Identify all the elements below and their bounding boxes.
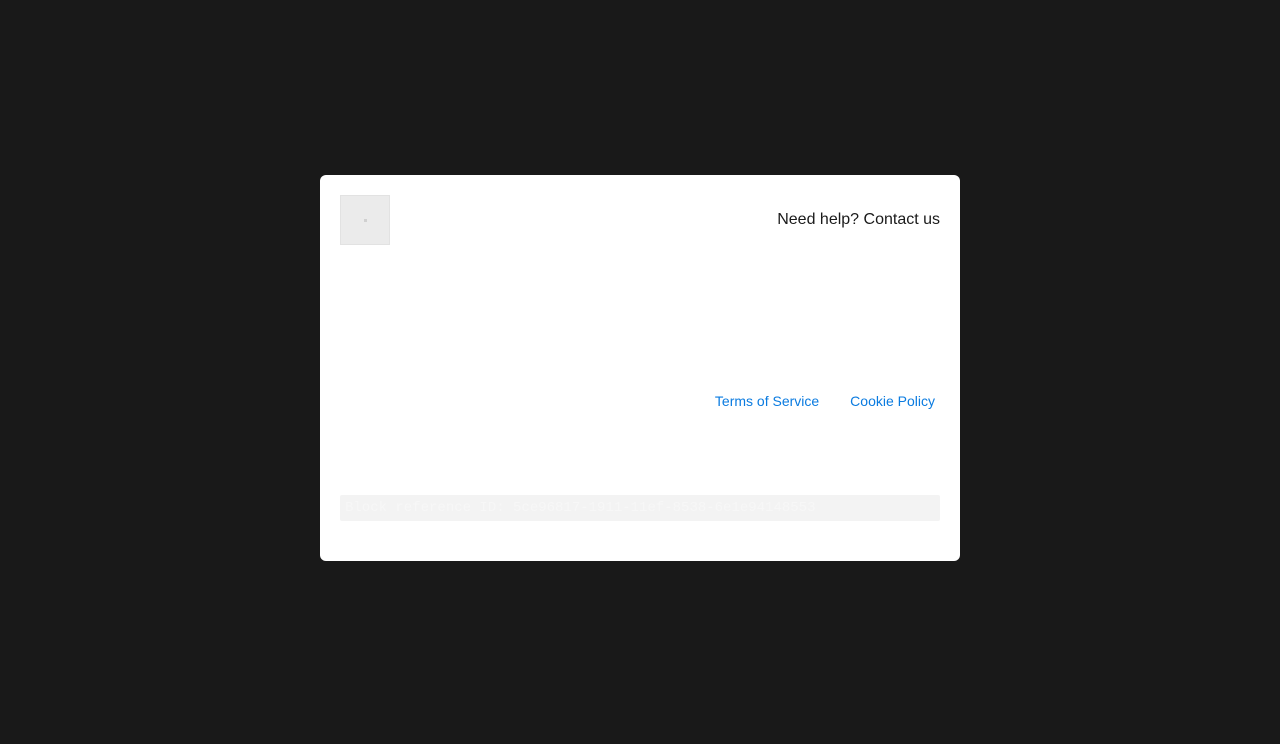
cookie-policy-link[interactable]: Cookie Policy: [850, 393, 935, 409]
block-dialog: Need help? Contact us Terms of Service Co…: [320, 175, 960, 561]
terms-of-service-link[interactable]: Terms of Service: [715, 393, 819, 409]
site-logo-placeholder: [340, 195, 390, 245]
help-prefix: Need help?: [777, 211, 860, 228]
broken-image-icon: [364, 219, 367, 222]
block-reference-id: Block reference ID: 5ce96817-1911-11ef-8…: [340, 495, 940, 521]
help-text: Need help? Contact us: [777, 211, 940, 229]
contact-us-link[interactable]: Contact us: [864, 211, 940, 228]
footer-links: Terms of Service Cookie Policy: [715, 393, 935, 409]
